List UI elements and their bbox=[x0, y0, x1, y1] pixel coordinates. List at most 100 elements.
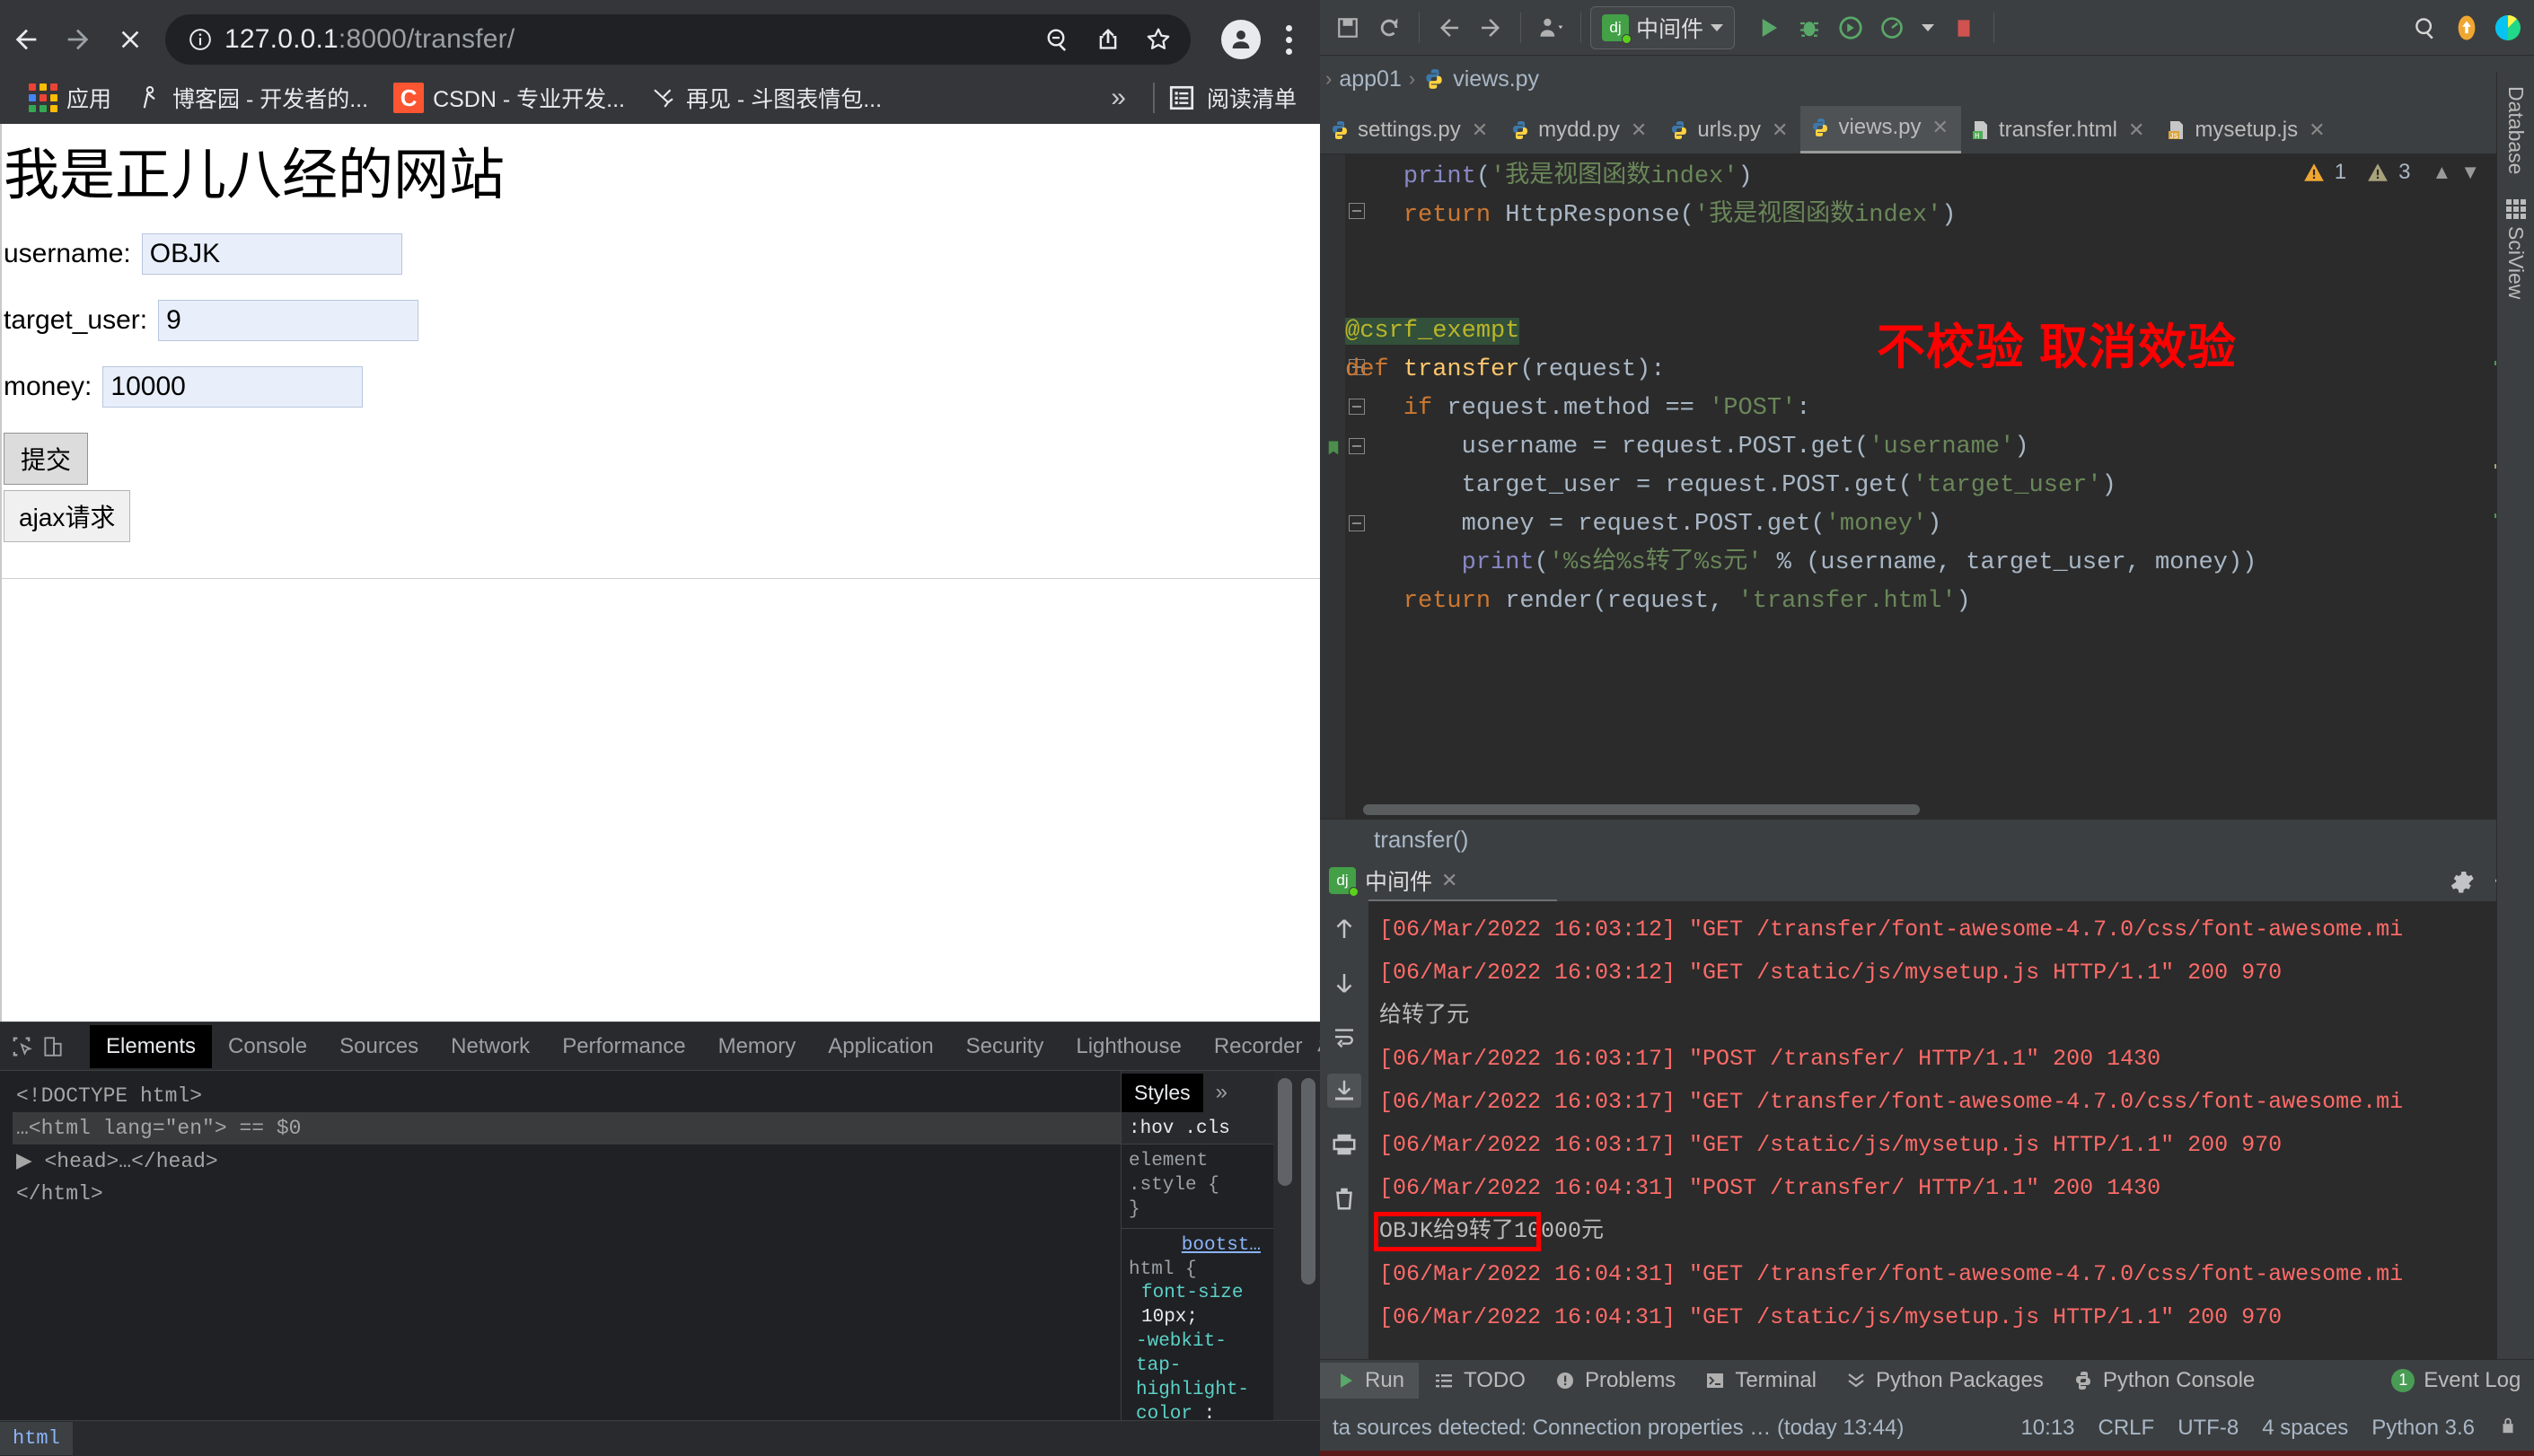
inspection-widget[interactable]: 1 3 ▲ ▼ bbox=[2302, 160, 2480, 185]
address-bar[interactable]: 127.0.0.1:8000/transfer/ bbox=[165, 14, 1191, 65]
run-panel-settings-button[interactable] bbox=[2444, 864, 2478, 898]
dom-node-html-close[interactable]: </html> bbox=[13, 1178, 1121, 1210]
scrollbar-thumb[interactable] bbox=[1363, 804, 1920, 815]
tool-window-terminal[interactable]: Terminal bbox=[1690, 1363, 1831, 1399]
forward-button[interactable] bbox=[52, 13, 104, 66]
next-problem-button[interactable]: ▼ bbox=[2460, 161, 2480, 184]
styles-hov-toggle[interactable]: :hov bbox=[1129, 1118, 1174, 1139]
devtools-tab-recorder[interactable]: Recorder bbox=[1198, 1025, 1320, 1068]
search-everywhere-button[interactable] bbox=[2405, 7, 2446, 48]
tab-mydd-py[interactable]: mydd.py ✕ bbox=[1500, 109, 1659, 153]
share-button[interactable] bbox=[1085, 16, 1131, 63]
code-editor[interactable]: print('我是视图函数index') return HttpResponse… bbox=[1320, 154, 2534, 819]
bookmark-csdn[interactable]: C CSDN - 专业开发... bbox=[381, 76, 638, 119]
tab-mysetup-js[interactable]: JS mysetup.js ✕ bbox=[2157, 109, 2337, 153]
bookmark-gutter-icon[interactable] bbox=[1325, 438, 1342, 455]
target-user-input[interactable] bbox=[158, 300, 419, 342]
breadcrumb-app01[interactable]: app01 bbox=[1339, 66, 1402, 92]
devtools-tab-application[interactable]: Application bbox=[812, 1025, 949, 1068]
tab-close-icon[interactable]: ✕ bbox=[2128, 118, 2144, 142]
save-all-button[interactable] bbox=[1327, 7, 1368, 48]
profile-button[interactable] bbox=[1871, 7, 1913, 48]
run-configuration-selector[interactable]: dj 中间件 bbox=[1590, 5, 1736, 49]
tab-transfer-html[interactable]: H transfer.html ✕ bbox=[1961, 109, 2157, 153]
devtools-tab-performance[interactable]: Performance bbox=[546, 1025, 701, 1068]
tool-window-run[interactable]: Run bbox=[1320, 1362, 1420, 1399]
css-declaration-tap-highlight[interactable]: -webkit-tap-highlight-color : bbox=[1129, 1330, 1266, 1427]
chevron-down-icon[interactable] bbox=[1922, 23, 1935, 31]
profile-button[interactable] bbox=[1218, 16, 1264, 63]
inspect-element-button[interactable] bbox=[9, 1028, 34, 1066]
bookmarks-overflow-button[interactable]: » bbox=[1096, 83, 1140, 113]
devtools-scrollbar[interactable] bbox=[1297, 1071, 1320, 1456]
stop-loading-button[interactable] bbox=[104, 13, 156, 66]
run-panel-close-icon[interactable]: ✕ bbox=[1441, 869, 1457, 892]
tab-urls-py[interactable]: urls.py ✕ bbox=[1659, 109, 1800, 153]
reading-list-button[interactable]: 阅读清单 bbox=[1167, 82, 1320, 114]
tool-window-todo[interactable]: TODO bbox=[1419, 1363, 1540, 1399]
tool-window-problems[interactable]: Problems bbox=[1540, 1363, 1690, 1399]
vcs-update-button[interactable] bbox=[1530, 7, 1571, 48]
devtools-tab-network[interactable]: Network bbox=[435, 1025, 546, 1068]
scroll-up-button[interactable] bbox=[1327, 912, 1361, 946]
rail-item-sciview[interactable]: SciView bbox=[2503, 199, 2528, 300]
tab-close-icon[interactable]: ✕ bbox=[1631, 118, 1647, 142]
styles-tab[interactable]: Styles bbox=[1122, 1073, 1203, 1112]
run-with-coverage-button[interactable] bbox=[1830, 7, 1871, 48]
bookmark-cnblogs[interactable]: 博客园 - 开发者的... bbox=[124, 76, 381, 119]
money-input[interactable] bbox=[102, 366, 364, 408]
dom-node-html[interactable]: …<html lang="en"> == $0 bbox=[13, 1112, 1121, 1145]
scroll-to-end-button[interactable] bbox=[1327, 1074, 1361, 1108]
back-button[interactable] bbox=[0, 13, 52, 66]
scrollbar-thumb[interactable] bbox=[1278, 1078, 1292, 1186]
breadcrumb-html[interactable]: html bbox=[0, 1422, 73, 1455]
tool-window-python-console[interactable]: Python Console bbox=[2058, 1363, 2269, 1399]
styles-overflow-button[interactable]: » bbox=[1203, 1080, 1240, 1105]
console-output[interactable]: [06/Mar/2022 16:03:12] "GET /transfer/fo… bbox=[1368, 901, 2521, 1369]
navigate-forward-button[interactable] bbox=[1470, 7, 1511, 48]
dom-node-head[interactable]: ▶ <head>…</head> bbox=[13, 1145, 1121, 1178]
sync-button[interactable] bbox=[1368, 7, 1410, 48]
css-declaration-font-size[interactable]: font-size 10px; bbox=[1129, 1282, 1266, 1330]
devtools-tab-security[interactable]: Security bbox=[950, 1025, 1060, 1068]
bookmark-apps[interactable]: 应用 bbox=[16, 76, 124, 119]
editor-horizontal-scrollbar[interactable] bbox=[1345, 804, 2489, 815]
ide-update-button[interactable] bbox=[2446, 7, 2487, 48]
element-style-rule[interactable]: element .style { } bbox=[1129, 1150, 1266, 1223]
zoom-out-button[interactable] bbox=[1034, 16, 1081, 63]
caret-position[interactable]: 10:13 bbox=[2020, 1416, 2074, 1441]
stop-button[interactable] bbox=[1943, 7, 1984, 48]
tool-window-event-log[interactable]: 1 Event Log bbox=[2377, 1363, 2534, 1399]
indent-setting[interactable]: 4 spaces bbox=[2262, 1416, 2348, 1441]
tab-close-icon[interactable]: ✕ bbox=[2309, 118, 2325, 142]
devtools-tab-memory[interactable]: Memory bbox=[702, 1025, 813, 1068]
tab-close-icon[interactable]: ✕ bbox=[1472, 118, 1488, 142]
devtools-tab-console[interactable]: Console bbox=[212, 1025, 323, 1068]
breadcrumb-views-py[interactable]: views.py bbox=[1453, 66, 1539, 92]
bookmark-doutu[interactable]: 再见 - 斗图表情包... bbox=[638, 76, 894, 119]
device-toolbar-button[interactable] bbox=[41, 1028, 65, 1066]
devtools-tab-sources[interactable]: Sources bbox=[323, 1025, 435, 1068]
debug-button[interactable] bbox=[1789, 7, 1830, 48]
style-source-link[interactable]: bootst… bbox=[1129, 1234, 1266, 1259]
ajax-request-button[interactable]: ajax请求 bbox=[4, 490, 131, 543]
tab-views-py[interactable]: views.py ✕ bbox=[1800, 106, 1961, 153]
tab-close-icon[interactable]: ✕ bbox=[1772, 118, 1788, 142]
python-interpreter[interactable]: Python 3.6 bbox=[2371, 1416, 2475, 1441]
code-text[interactable]: print('我是视图函数index') return HttpResponse… bbox=[1345, 154, 2491, 621]
devtools-tab-lighthouse[interactable]: Lighthouse bbox=[1060, 1025, 1197, 1068]
file-encoding[interactable]: UTF-8 bbox=[2178, 1416, 2239, 1441]
print-button[interactable] bbox=[1327, 1127, 1361, 1162]
tool-window-python-packages[interactable]: Python Packages bbox=[1831, 1363, 2058, 1399]
editor-gutter[interactable] bbox=[1320, 154, 1345, 819]
rail-item-database[interactable]: Database bbox=[2503, 86, 2528, 174]
scrollbar-thumb[interactable] bbox=[1301, 1078, 1315, 1285]
username-input[interactable] bbox=[141, 233, 402, 276]
site-info-icon[interactable] bbox=[185, 24, 216, 55]
navigate-back-button[interactable] bbox=[1429, 7, 1470, 48]
submit-button[interactable]: 提交 bbox=[4, 433, 89, 486]
clear-all-button[interactable] bbox=[1327, 1181, 1361, 1215]
run-button[interactable] bbox=[1747, 7, 1789, 48]
status-message[interactable]: ta sources detected: Connection properti… bbox=[1320, 1416, 1904, 1441]
dom-node-doctype[interactable]: <!DOCTYPE html> bbox=[13, 1080, 1121, 1112]
